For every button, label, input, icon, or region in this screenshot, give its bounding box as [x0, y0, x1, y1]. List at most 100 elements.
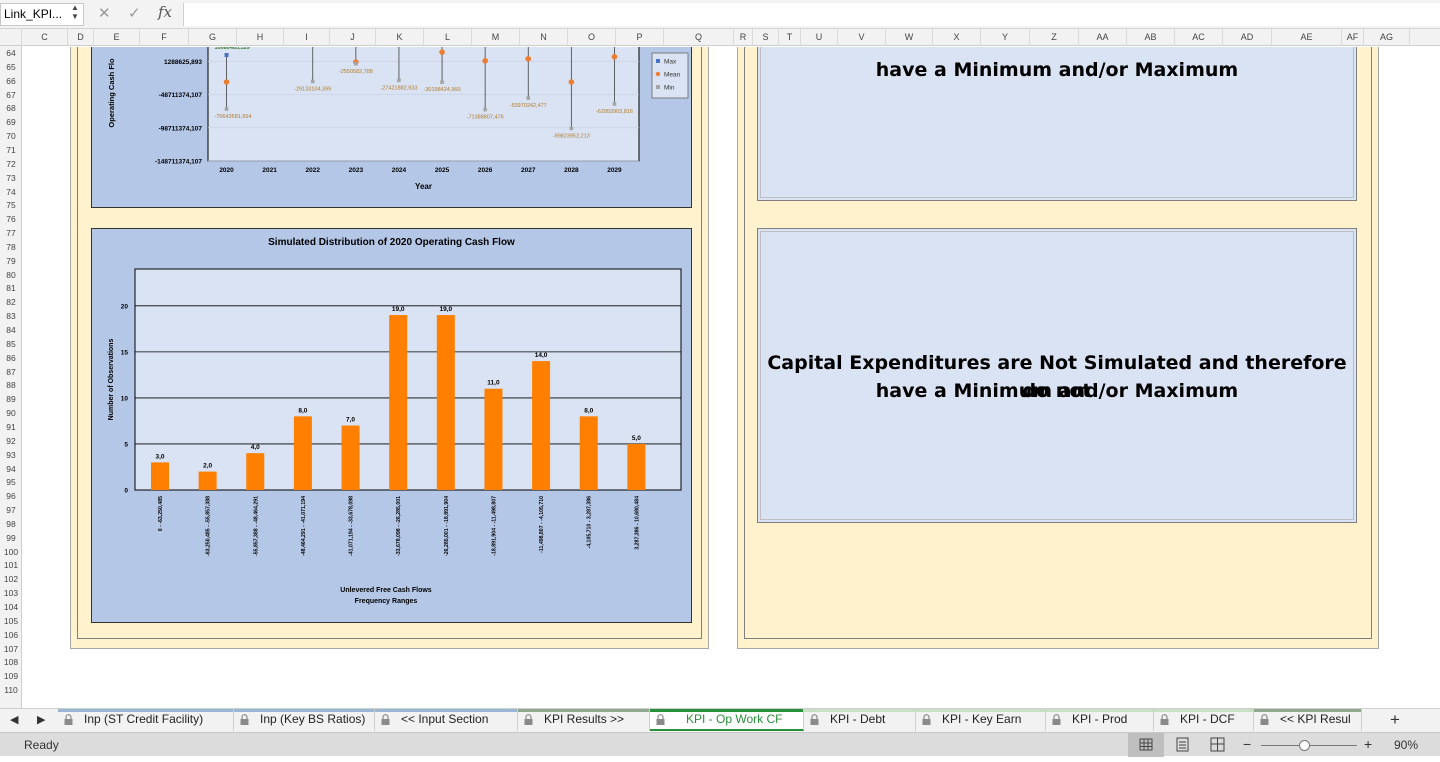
column-header-v[interactable]: V: [838, 29, 886, 46]
column-header-x[interactable]: X: [933, 29, 981, 46]
cancel-icon[interactable]: ✕: [98, 4, 111, 22]
column-header-y[interactable]: Y: [981, 29, 1030, 46]
row-header-89[interactable]: 89: [0, 392, 21, 406]
sheet-tab[interactable]: KPI - Debt: [804, 709, 916, 731]
scroll-tabs-right-icon[interactable]: ▶: [37, 713, 45, 726]
page-layout-button[interactable]: [1168, 733, 1198, 757]
column-header-q[interactable]: Q: [664, 29, 734, 46]
sheet-tab[interactable]: Inp (Key BS Ratios): [234, 709, 375, 731]
zoom-percent[interactable]: 90%: [1394, 738, 1418, 752]
column-header-s[interactable]: S: [753, 29, 779, 46]
page-break-button[interactable]: [1202, 733, 1232, 757]
sheet-tab[interactable]: KPI - Key Earn: [916, 709, 1046, 731]
column-header-af[interactable]: AF: [1342, 29, 1364, 46]
row-header-97[interactable]: 97: [0, 503, 21, 517]
column-header-ac[interactable]: AC: [1175, 29, 1223, 46]
row-header-104[interactable]: 104: [0, 600, 21, 614]
row-header-69[interactable]: 69: [0, 115, 21, 129]
row-header-79[interactable]: 79: [0, 254, 21, 268]
column-header-d[interactable]: D: [68, 29, 94, 46]
row-header-95[interactable]: 95: [0, 475, 21, 489]
column-header-h[interactable]: H: [237, 29, 284, 46]
add-sheet-button[interactable]: +: [1390, 710, 1400, 730]
enter-icon[interactable]: ✓: [128, 4, 141, 22]
row-header-82[interactable]: 82: [0, 295, 21, 309]
row-header-90[interactable]: 90: [0, 406, 21, 420]
column-header-e[interactable]: E: [94, 29, 140, 46]
row-header-108[interactable]: 108: [0, 655, 21, 669]
row-header-78[interactable]: 78: [0, 240, 21, 254]
normal-view-button[interactable]: [1128, 733, 1164, 757]
zoom-in-button[interactable]: +: [1364, 736, 1372, 752]
formula-input[interactable]: [183, 3, 1440, 26]
row-header-93[interactable]: 93: [0, 448, 21, 462]
row-header-92[interactable]: 92: [0, 434, 21, 448]
row-header-98[interactable]: 98: [0, 517, 21, 531]
column-header-f[interactable]: F: [140, 29, 189, 46]
row-header-102[interactable]: 102: [0, 572, 21, 586]
row-header-72[interactable]: 72: [0, 157, 21, 171]
column-header-aa[interactable]: AA: [1079, 29, 1127, 46]
column-header-n[interactable]: N: [520, 29, 568, 46]
row-header-103[interactable]: 103: [0, 586, 21, 600]
name-box-stepper-icon[interactable]: ▲ ▼: [71, 3, 79, 21]
column-header-ad[interactable]: AD: [1223, 29, 1272, 46]
column-header-l[interactable]: L: [424, 29, 472, 46]
row-header-65[interactable]: 65: [0, 60, 21, 74]
row-header-83[interactable]: 83: [0, 309, 21, 323]
row-header-68[interactable]: 68: [0, 101, 21, 115]
sheet-tab[interactable]: KPI - Prod: [1046, 709, 1154, 731]
row-header-74[interactable]: 74: [0, 185, 21, 199]
row-header-88[interactable]: 88: [0, 378, 21, 392]
row-header-81[interactable]: 81: [0, 281, 21, 295]
zoom-out-button[interactable]: −: [1243, 736, 1251, 752]
column-header-r[interactable]: R: [734, 29, 753, 46]
column-header-u[interactable]: U: [801, 29, 838, 46]
column-header-m[interactable]: M: [472, 29, 520, 46]
sheet-tab[interactable]: KPI - DCF: [1154, 709, 1254, 731]
zoom-slider-thumb[interactable]: [1298, 740, 1310, 751]
fx-icon[interactable]: fx: [158, 3, 172, 21]
row-header-109[interactable]: 109: [0, 669, 21, 683]
row-header-87[interactable]: 87: [0, 365, 21, 379]
row-header-80[interactable]: 80: [0, 268, 21, 282]
row-header-91[interactable]: 91: [0, 420, 21, 434]
row-header-77[interactable]: 77: [0, 226, 21, 240]
column-header-j[interactable]: J: [330, 29, 376, 46]
column-header-i[interactable]: I: [284, 29, 330, 46]
row-header-70[interactable]: 70: [0, 129, 21, 143]
histogram-chart[interactable]: Simulated Distribution of 2020 Operating…: [91, 228, 692, 623]
column-header-p[interactable]: P: [616, 29, 664, 46]
minmeanmax-chart[interactable]: 3128862 3,8931288625,893-48711374,107-98…: [91, 47, 692, 208]
row-header-64[interactable]: 64: [0, 46, 21, 60]
row-header-110[interactable]: 110: [0, 683, 21, 697]
scroll-tabs-left-icon[interactable]: ◀: [10, 713, 18, 726]
column-header-w[interactable]: W: [886, 29, 933, 46]
row-header-105[interactable]: 105: [0, 614, 21, 628]
row-header-71[interactable]: 71: [0, 143, 21, 157]
row-header-99[interactable]: 99: [0, 531, 21, 545]
column-header-t[interactable]: T: [779, 29, 801, 46]
row-header-101[interactable]: 101: [0, 558, 21, 572]
row-header-107[interactable]: 107: [0, 642, 21, 656]
sheet-tab[interactable]: Inp (ST Credit Facility): [58, 709, 234, 731]
row-header-75[interactable]: 75: [0, 198, 21, 212]
column-header-k[interactable]: K: [376, 29, 424, 46]
column-header-o[interactable]: O: [568, 29, 616, 46]
column-header-c[interactable]: C: [22, 29, 68, 46]
row-header-76[interactable]: 76: [0, 212, 21, 226]
sheet-tab[interactable]: KPI Results >>: [518, 709, 650, 731]
select-all-corner[interactable]: [0, 29, 22, 46]
row-header-85[interactable]: 85: [0, 337, 21, 351]
sheet-tab[interactable]: << Input Section: [375, 709, 518, 731]
column-header-ag[interactable]: AG: [1364, 29, 1410, 46]
row-header-86[interactable]: 86: [0, 351, 21, 365]
worksheet[interactable]: 3128862 3,8931288625,893-48711374,107-98…: [23, 47, 1440, 708]
row-header-100[interactable]: 100: [0, 545, 21, 559]
sheet-tab[interactable]: << KPI Resul: [1254, 709, 1362, 731]
column-header-ab[interactable]: AB: [1127, 29, 1175, 46]
row-header-106[interactable]: 106: [0, 628, 21, 642]
row-header-94[interactable]: 94: [0, 462, 21, 476]
row-header-66[interactable]: 66: [0, 74, 21, 88]
row-header-84[interactable]: 84: [0, 323, 21, 337]
